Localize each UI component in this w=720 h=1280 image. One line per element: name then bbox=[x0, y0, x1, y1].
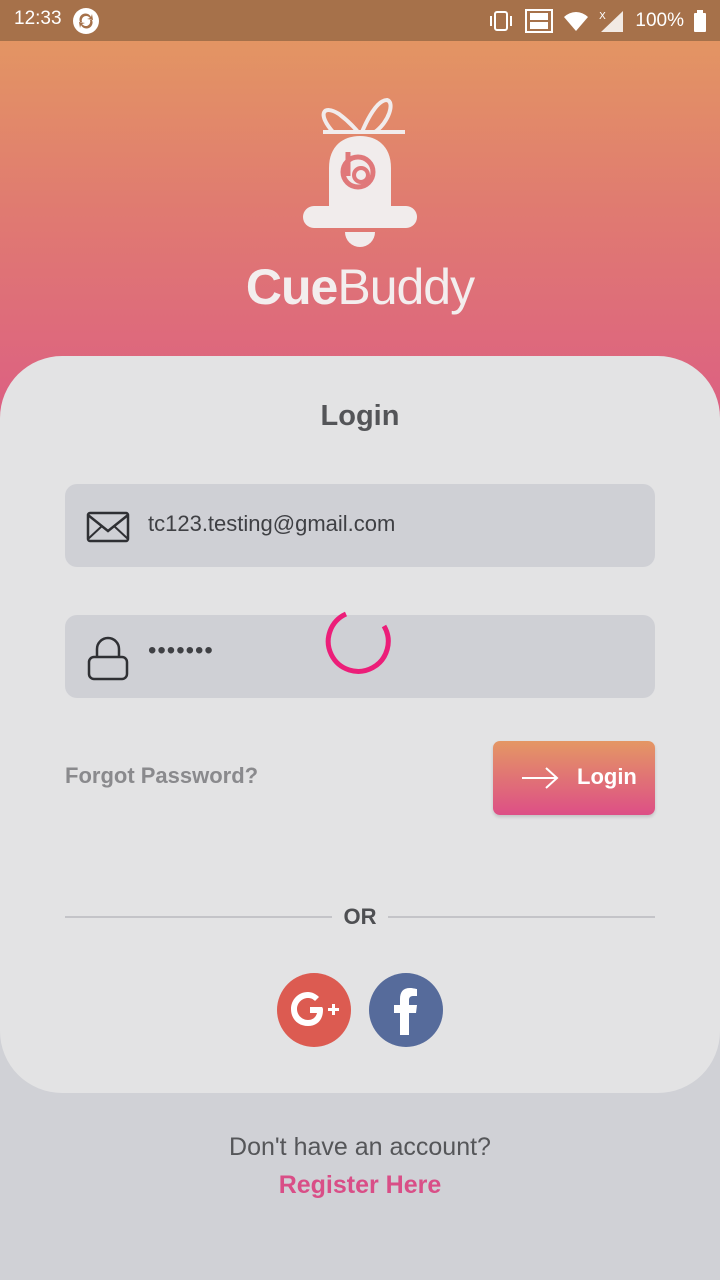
wifi-icon bbox=[564, 11, 589, 31]
facebook-login-button[interactable] bbox=[369, 973, 443, 1047]
login-title: Login bbox=[320, 400, 400, 432]
or-separator: OR bbox=[343, 904, 377, 929]
vowifi-icon bbox=[525, 8, 554, 33]
app-sync-icon bbox=[73, 8, 99, 34]
login-button[interactable]: Login bbox=[493, 741, 655, 815]
login-button-label: Login bbox=[577, 764, 637, 789]
no-account-text: Don't have an account? bbox=[229, 1133, 491, 1161]
status-icons: X 100% bbox=[487, 0, 706, 41]
email-value: tc123.testing@gmail.com bbox=[148, 511, 396, 536]
svg-text:X: X bbox=[599, 11, 606, 22]
email-field[interactable]: tc123.testing@gmail.com bbox=[65, 484, 655, 567]
status-time: 12:33 bbox=[14, 8, 62, 29]
password-value: ••••••• bbox=[148, 637, 214, 664]
brand-name-bold: Cue bbox=[245, 259, 338, 315]
lock-icon bbox=[87, 636, 129, 681]
brand-name-light: Buddy bbox=[337, 259, 475, 315]
loading-spinner bbox=[325, 611, 391, 674]
arrow-right-icon bbox=[522, 767, 559, 789]
facebook-icon bbox=[394, 988, 417, 1035]
battery-percent: 100% bbox=[635, 9, 684, 31]
vibrate-icon bbox=[490, 10, 513, 31]
envelope-icon bbox=[86, 511, 130, 543]
register-link[interactable]: Register Here bbox=[0, 1171, 720, 1200]
bell-gift-logo bbox=[303, 97, 417, 247]
forgot-password-link[interactable]: Forgot Password? bbox=[65, 763, 258, 789]
status-bar: 12:33 X 100% bbox=[0, 0, 720, 41]
login-card bbox=[0, 356, 720, 1093]
google-login-button[interactable] bbox=[277, 973, 351, 1047]
google-plus-icon bbox=[291, 992, 339, 1026]
brand-name: CueBuddy bbox=[0, 258, 720, 316]
signal-icon: X bbox=[599, 10, 624, 32]
battery-icon bbox=[694, 9, 706, 32]
